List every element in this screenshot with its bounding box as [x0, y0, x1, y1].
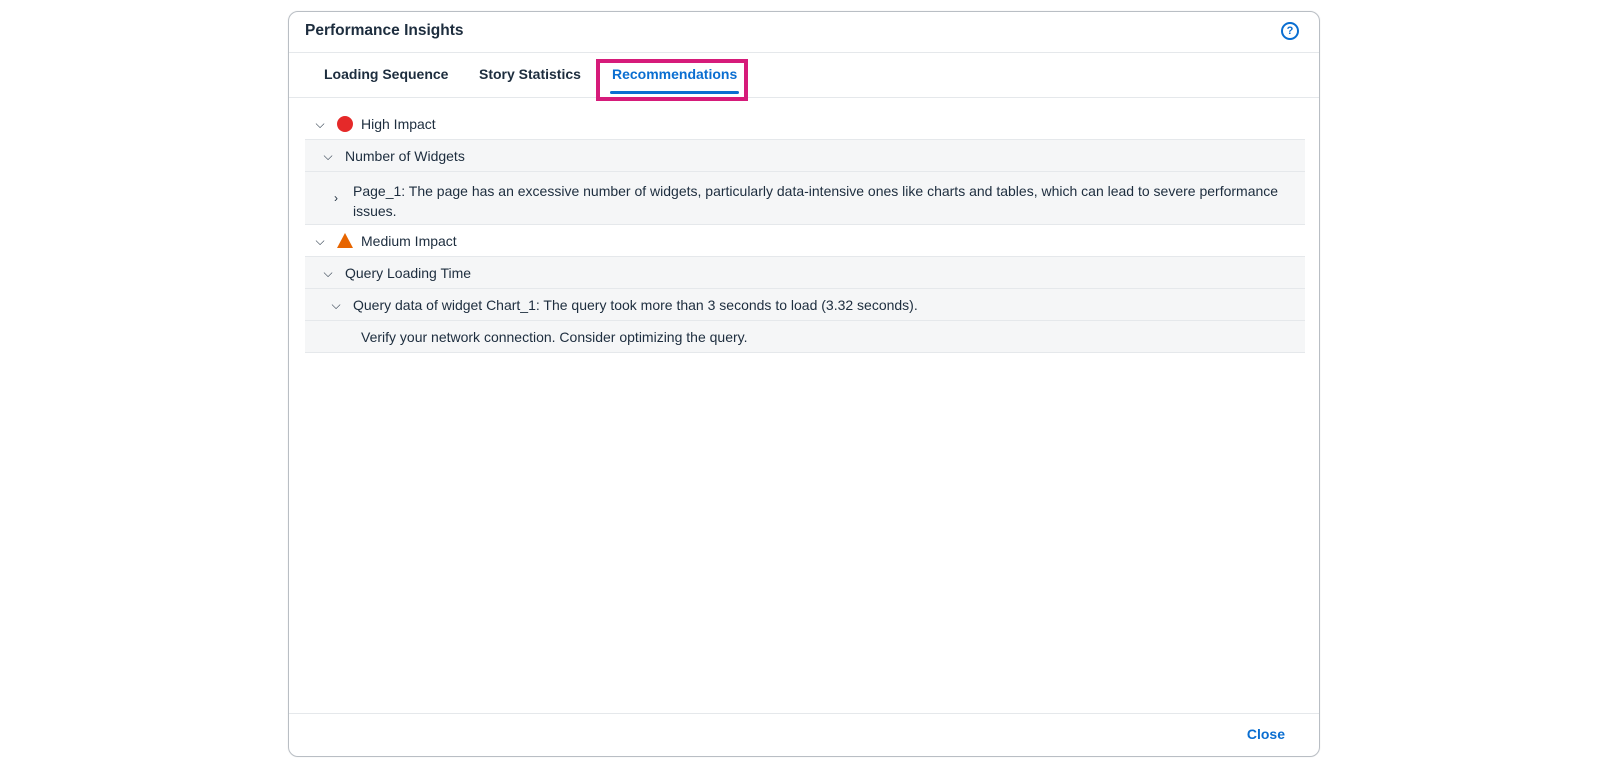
tree-row-high-impact[interactable]: ⌵ High Impact	[305, 108, 1305, 140]
help-icon[interactable]: ?	[1281, 22, 1299, 40]
tree-row-query-chart-1[interactable]: ⌵ Query data of widget Chart_1: The quer…	[305, 289, 1305, 321]
chevron-down-icon[interactable]: ⌵	[330, 299, 342, 311]
chevron-down-icon[interactable]: ⌵	[322, 267, 334, 279]
tree-row-label: Query Loading Time	[345, 265, 472, 281]
recommendations-tree: ⌵ High Impact ⌵ Number of Widgets › Page…	[305, 108, 1305, 353]
tab-story-statistics[interactable]: Story Statistics	[479, 66, 581, 82]
tree-row-recommendation-detail: Verify your network connection. Consider…	[305, 321, 1305, 353]
dialog-title: Performance Insights	[305, 22, 464, 39]
selected-tab-indicator	[610, 91, 739, 94]
tree-row-page-1[interactable]: › Page_1: The page has an excessive numb…	[305, 172, 1305, 225]
tree-row-medium-impact[interactable]: ⌵ Medium Impact	[305, 225, 1305, 257]
medium-impact-icon	[337, 233, 353, 248]
chevron-down-icon[interactable]: ⌵	[314, 235, 326, 247]
dialog-footer: Close	[289, 713, 1319, 756]
tree-row-label: Page_1: The page has an excessive number…	[353, 183, 1279, 219]
tab-bar: Loading Sequence Story Statistics Recomm…	[289, 53, 1319, 101]
chevron-down-icon[interactable]: ⌵	[314, 118, 326, 130]
tree-row-label: Query data of widget Chart_1: The query …	[353, 297, 918, 313]
tab-loading-sequence[interactable]: Loading Sequence	[324, 66, 448, 82]
chevron-down-icon[interactable]: ⌵	[322, 150, 334, 162]
tree-row-label: Number of Widgets	[345, 148, 465, 164]
tree-row-query-loading-time[interactable]: ⌵ Query Loading Time	[305, 257, 1305, 289]
chevron-right-icon[interactable]: ›	[330, 192, 342, 204]
dialog-header: Performance Insights ?	[289, 12, 1319, 53]
performance-insights-dialog: Performance Insights ? Loading Sequence …	[288, 11, 1320, 757]
high-impact-icon	[337, 116, 353, 132]
tree-row-label: Medium Impact	[361, 233, 457, 249]
tree-row-label: Verify your network connection. Consider…	[361, 329, 748, 345]
tab-recommendations[interactable]: Recommendations	[612, 66, 737, 82]
close-button[interactable]: Close	[1247, 726, 1285, 742]
tree-row-label: High Impact	[361, 116, 436, 132]
tree-row-number-of-widgets[interactable]: ⌵ Number of Widgets	[305, 140, 1305, 172]
